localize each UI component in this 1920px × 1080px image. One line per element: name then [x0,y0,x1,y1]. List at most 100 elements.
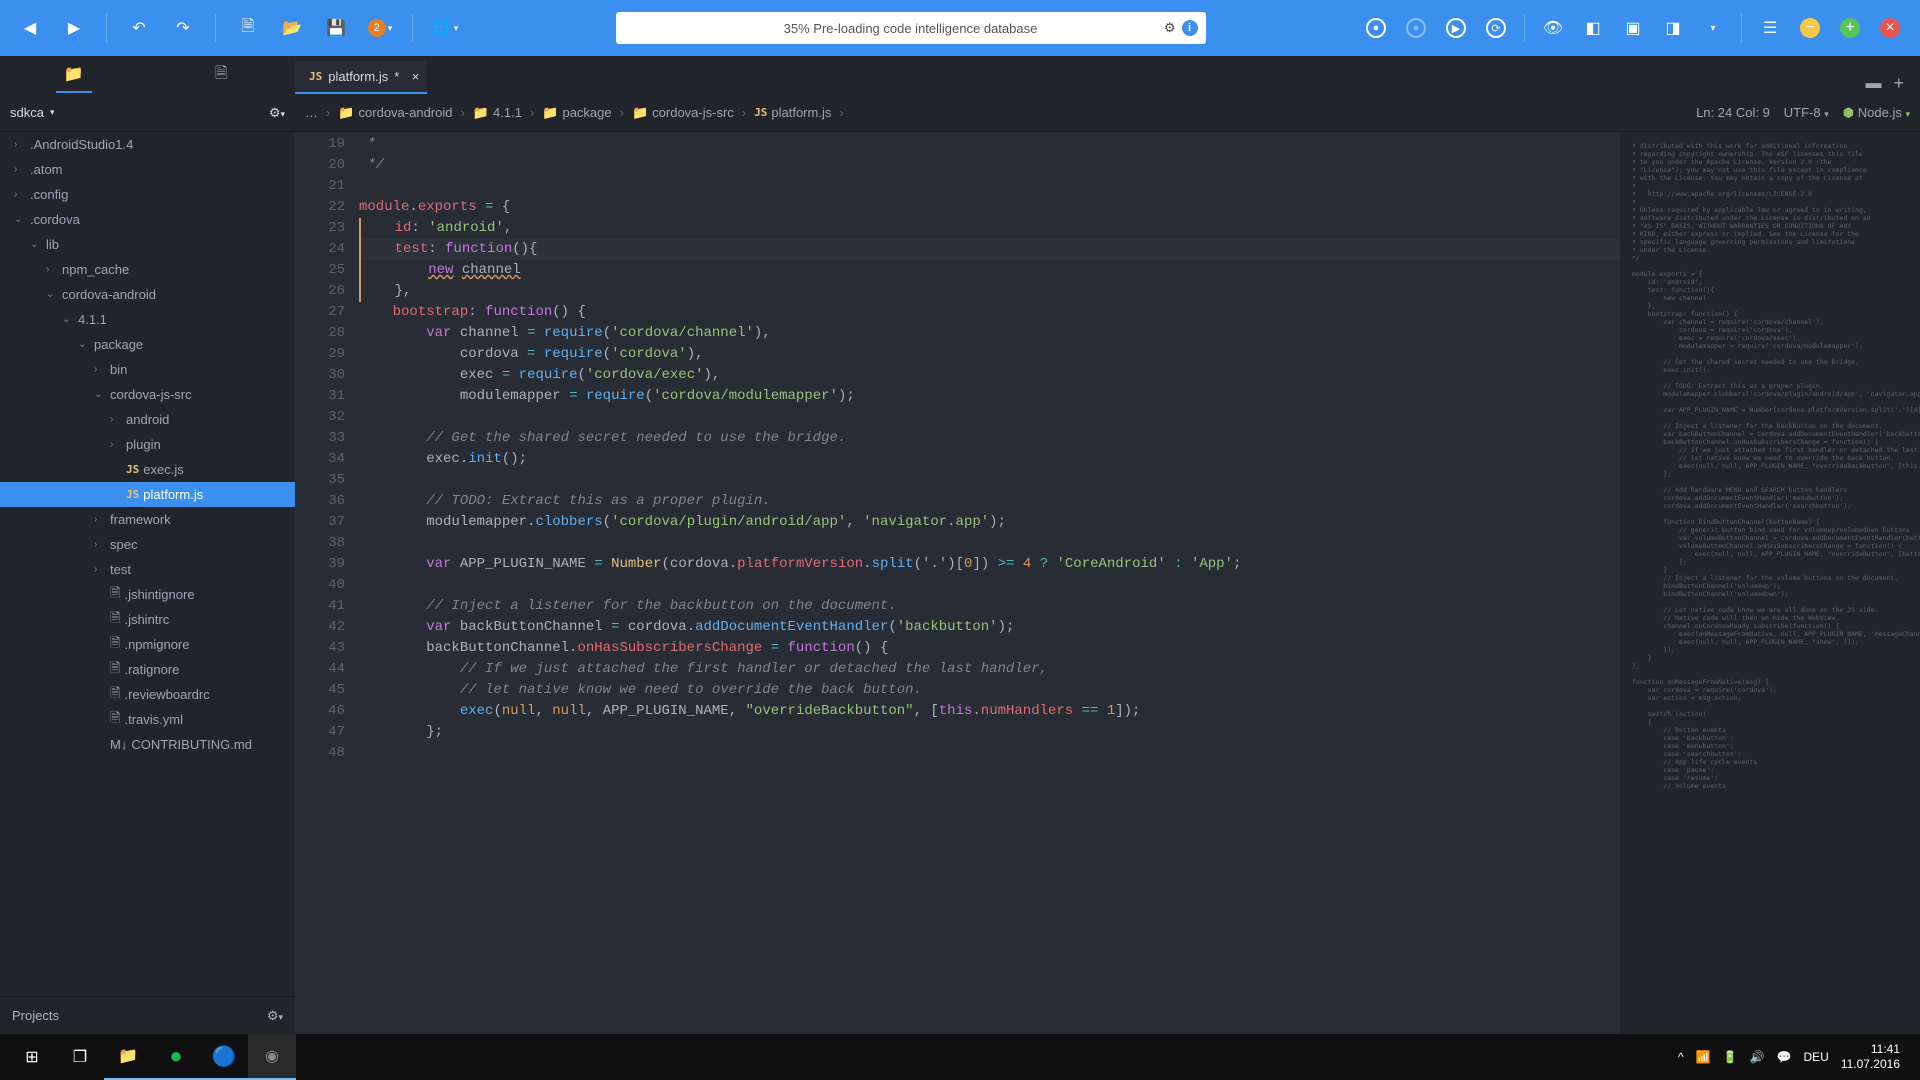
layout-2-button[interactable]: ▣ [1615,10,1651,46]
volume-icon[interactable]: 🔊 [1750,1050,1765,1064]
editor-taskbar[interactable]: ◉ [248,1034,296,1080]
tree-item-spec[interactable]: ›spec [0,532,295,557]
window-minimize-button[interactable]: − [1792,10,1828,46]
tree-item--jshintrc[interactable]: 🗎.jshintrc [0,607,295,632]
tree-item-lib[interactable]: ⌄lib [0,232,295,257]
breadcrumb-package[interactable]: 📁package [542,105,611,121]
tree-item-test[interactable]: ›test [0,557,295,582]
save-button[interactable]: 💾 [318,10,354,46]
tree-item--androidstudio1-4[interactable]: ›.AndroidStudio1.4 [0,132,295,157]
tree-item-npm-cache[interactable]: ›npm_cache [0,257,295,282]
tree-item--travis-yml[interactable]: 🗎.travis.yml [0,707,295,732]
tree-item-exec-js[interactable]: JSexec.js [0,457,295,482]
chevron-icon: › [14,139,26,150]
code-editor[interactable]: 192021▾2223▾242526▾272829303132333435363… [295,132,1620,1034]
notifications-icon[interactable]: 💬 [1777,1050,1792,1064]
tree-item-label: package [94,337,143,352]
tree-item--jshintignore[interactable]: 🗎.jshintignore [0,582,295,607]
encoding-selector[interactable]: UTF-8 ▾ [1784,105,1829,120]
forward-button[interactable]: ▶ [56,10,92,46]
record-button[interactable]: ● [1358,10,1394,46]
close-icon[interactable]: × [412,69,420,84]
spotify-taskbar[interactable]: ● [152,1034,200,1080]
tree-item-label: cordova-js-src [110,387,192,402]
tree-item-cordova-android[interactable]: ⌄cordova-android [0,282,295,307]
tree-item-label: .ratignore [124,662,179,677]
tree-item--config[interactable]: ›.config [0,182,295,207]
clock[interactable]: 11:41 11.07.2016 [1841,1042,1900,1072]
js-icon: JS [126,488,139,501]
explorer-folder-icon[interactable]: 📁 [56,57,92,93]
open-file-button[interactable]: 📂 [274,10,310,46]
wifi-icon[interactable]: 📶 [1696,1050,1711,1064]
layout-3-button[interactable]: ◨ [1655,10,1691,46]
debug-button[interactable]: ⟳ [1478,10,1514,46]
file-explorer-taskbar[interactable]: 📁 [104,1034,152,1080]
tree-item--cordova[interactable]: ⌄.cordova [0,207,295,232]
js-icon: JS [309,70,322,83]
tree-item-label: .config [30,187,68,202]
tree-item-contributing-md[interactable]: M↓CONTRIBUTING.md [0,732,295,757]
time-text: 11:41 [1841,1042,1900,1057]
tree-item-android[interactable]: › android [0,407,295,432]
breadcrumb-ellipsis[interactable]: … [305,105,318,120]
chevron-down-icon: ▾ [50,107,55,118]
project-settings-icon[interactable]: ⚙▾ [269,105,285,121]
info-icon[interactable]: i [1182,20,1198,36]
tree-item-bin[interactable]: ›bin [0,357,295,382]
window-maximize-button[interactable]: + [1832,10,1868,46]
code-lines[interactable]: * */ module.exports = { id: 'android', t… [359,132,1620,1034]
window-close-button[interactable]: × [1872,10,1908,46]
tree-item-4-1-1[interactable]: ⌄4.1.1 [0,307,295,332]
battery-icon[interactable]: 🔋 [1723,1050,1738,1064]
console-icon[interactable]: ▬ [1865,75,1881,93]
project-selector[interactable]: sdkca ▾ [10,105,269,120]
redo-button[interactable]: ↷ [165,10,201,46]
tray-expand-icon[interactable]: ^ [1678,1050,1684,1064]
breadcrumb-411[interactable]: 📁4.1.1 [473,105,522,121]
tree-item-framework[interactable]: ›framework [0,507,295,532]
layout-menu-button[interactable]: ▾ [1695,10,1731,46]
breadcrumb-cordova-js-src[interactable]: 📁cordova-js-src [632,105,734,121]
tree-item--reviewboardrc[interactable]: 🗎.reviewboardrc [0,682,295,707]
tree-item-package[interactable]: ⌄package [0,332,295,357]
footer-settings-icon[interactable]: ⚙▾ [267,1008,283,1024]
language-indicator[interactable]: DEU [1803,1050,1828,1064]
globe-button[interactable]: 🌐▾ [427,10,463,46]
start-button[interactable]: ⊞ [8,1034,56,1080]
tree-item-cordova-js-src[interactable]: ⌄cordova-js-src [0,382,295,407]
menu-button[interactable]: ☰ [1752,10,1788,46]
line-gutter: 192021▾2223▾242526▾272829303132333435363… [295,132,359,1034]
add-tab-button[interactable]: + [1893,73,1904,94]
preload-text: 35% Pre-loading code intelligence databa… [784,21,1038,36]
cursor-position[interactable]: Ln: 24 Col: 9 [1696,105,1770,120]
new-file-button[interactable]: 🗎 [230,10,266,46]
tree-item-label: .reviewboardrc [124,687,209,702]
refresh-button[interactable]: 2▾ [362,10,398,46]
stop-record-button[interactable]: ● [1398,10,1434,46]
tree-item-label: android [126,412,169,427]
chrome-taskbar[interactable]: 🔵 [200,1034,248,1080]
preview-icon[interactable]: 👁 [1535,10,1571,46]
tab-platform-js[interactable]: JS platform.js * × [295,61,427,94]
tree-item-label: cordova-android [62,287,156,302]
play-button[interactable]: ▶ [1438,10,1474,46]
breadcrumb-cordova-android[interactable]: 📁cordova-android [338,105,452,121]
task-view-button[interactable]: ❐ [56,1034,104,1080]
back-button[interactable]: ◀ [12,10,48,46]
layout-1-button[interactable]: ◧ [1575,10,1611,46]
tree-item-platform-js[interactable]: JSplatform.js [0,482,295,507]
breadcrumb-platform-js[interactable]: JSplatform.js [754,105,831,120]
runtime-selector[interactable]: ⬢ Node.js ▾ [1843,105,1910,121]
gear-icon[interactable]: ⚙ [1164,20,1176,36]
tree-item-plugin[interactable]: ›plugin [0,432,295,457]
tab-modified-indicator: * [394,69,399,84]
explorer-file-icon[interactable]: 🗎 [203,57,239,93]
projects-label[interactable]: Projects [12,1008,59,1023]
tree-item--ratignore[interactable]: 🗎.ratignore [0,657,295,682]
chevron-icon: › [110,414,122,425]
tree-item--atom[interactable]: ›.atom [0,157,295,182]
undo-button[interactable]: ↶ [121,10,157,46]
minimap[interactable]: * distributed with this work for additio… [1620,132,1920,1034]
tree-item--npmignore[interactable]: 🗎.npmignore [0,632,295,657]
